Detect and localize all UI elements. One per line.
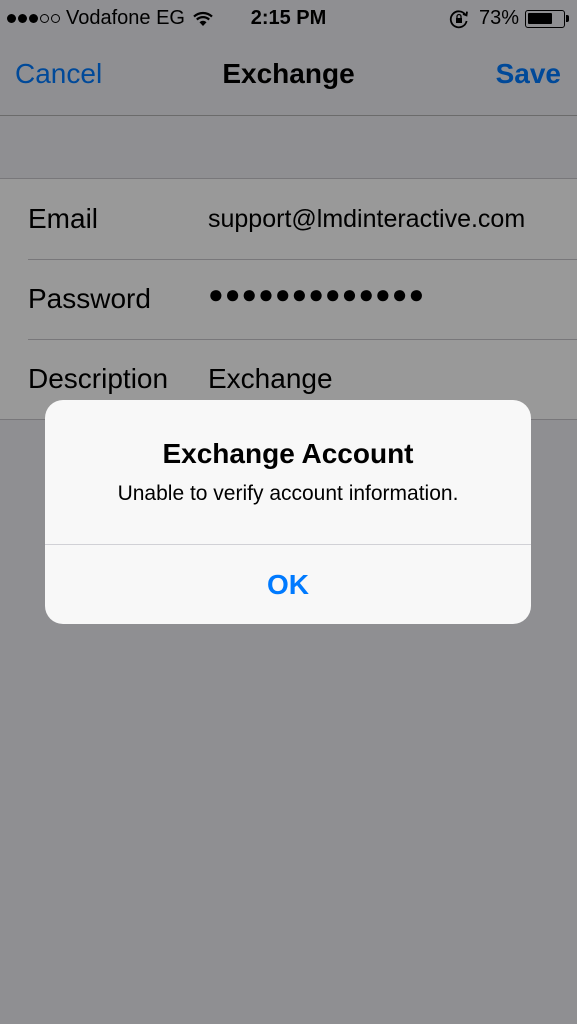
alert-message: Unable to verify account information.: [117, 482, 459, 505]
alert-dialog: Exchange Account Unable to verify accoun…: [45, 400, 531, 624]
screen: Vodafone EG 2:15 PM 73% Cancel Exchange …: [0, 0, 577, 1024]
alert-title: Exchange Account: [162, 438, 414, 469]
ok-button[interactable]: OK: [45, 545, 531, 624]
